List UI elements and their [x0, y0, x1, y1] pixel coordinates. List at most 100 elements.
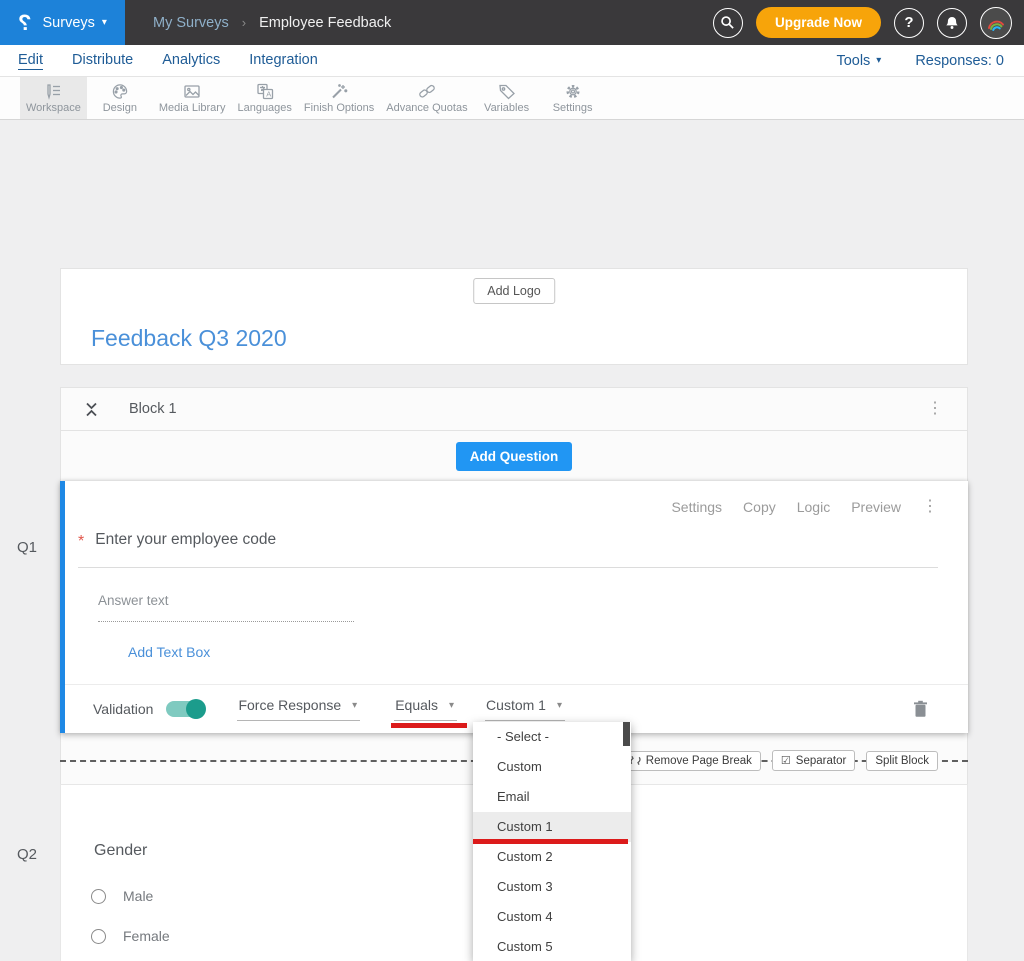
trash-icon: [913, 700, 928, 718]
answer-text-placeholder[interactable]: Answer text: [98, 593, 354, 622]
dropdown-option-custom4[interactable]: Custom 4: [473, 902, 631, 932]
radio-label-male: Male: [123, 888, 153, 904]
question-logic-link[interactable]: Logic: [797, 499, 830, 515]
block-title[interactable]: Block 1: [129, 401, 177, 417]
question-settings-link[interactable]: Settings: [671, 499, 722, 515]
top-bar: ? Surveys ▾ My Surveys › Employee Feedba…: [0, 0, 1024, 45]
question2-text[interactable]: Gender: [94, 842, 147, 860]
notifications-button[interactable]: [937, 8, 967, 38]
toolbar-design-label: Design: [103, 102, 137, 114]
question1-gutter-label: Q1: [17, 539, 37, 556]
toolbar-variables[interactable]: Variables: [474, 77, 540, 119]
translate-icon: A: [256, 83, 274, 100]
dropdown-option-custom5[interactable]: Custom 5: [473, 932, 631, 961]
tools-label: Tools: [836, 53, 870, 69]
split-block-button[interactable]: Split Block: [866, 751, 938, 771]
toolbar-variables-label: Variables: [484, 102, 529, 114]
chevron-down-icon: ▾: [449, 700, 454, 711]
delete-validation-button[interactable]: [913, 700, 928, 718]
breadcrumb-current: Employee Feedback: [259, 15, 391, 31]
question1-kebab-menu-icon[interactable]: ⋮: [922, 499, 938, 515]
dropdown-scrollbar-thumb[interactable]: [623, 722, 630, 746]
chevron-down-icon: ▾: [352, 700, 357, 711]
toolbar-design[interactable]: Design: [87, 77, 153, 119]
question1-text[interactable]: Enter your employee code: [95, 531, 276, 549]
dropdown-option-custom[interactable]: Custom: [473, 752, 631, 782]
question1-card: Settings Copy Logic Preview ⋮ * Enter yo…: [60, 481, 968, 733]
validation-field-select[interactable]: Custom 1 ▾: [485, 697, 565, 721]
toolbar-media-library[interactable]: Media Library: [153, 77, 232, 119]
survey-nav: Edit Distribute Analytics Integration To…: [0, 45, 1024, 77]
search-button[interactable]: [713, 8, 743, 38]
radio-label-female: Female: [123, 928, 170, 944]
broken-link-icon: [630, 755, 641, 766]
add-text-box-link[interactable]: Add Text Box: [128, 644, 210, 660]
gear-icon: [564, 83, 582, 100]
required-asterisk-icon: *: [78, 533, 84, 551]
dropdown-option-email[interactable]: Email: [473, 782, 631, 812]
responses-count: Responses: 0: [915, 53, 1004, 69]
toolbar-settings-label: Settings: [553, 102, 593, 114]
collapse-block-icon[interactable]: [85, 402, 98, 417]
toolbar-advance-quotas[interactable]: Advance Quotas: [380, 77, 473, 119]
breadcrumb: My Surveys › Employee Feedback: [153, 15, 391, 31]
block-kebab-menu-icon[interactable]: ⋮: [927, 401, 943, 417]
remove-page-break-button[interactable]: Remove Page Break: [621, 751, 761, 771]
radio-option-female[interactable]: Female: [91, 928, 170, 944]
user-avatar[interactable]: [980, 7, 1012, 39]
dropdown-option-custom3[interactable]: Custom 3: [473, 872, 631, 902]
chevron-down-icon: ▾: [557, 700, 562, 711]
survey-title[interactable]: Feedback Q3 2020: [91, 325, 287, 352]
toolbar-finish-options-label: Finish Options: [304, 102, 374, 114]
validation-toggle[interactable]: [166, 701, 205, 717]
operator-select[interactable]: Equals ▾: [394, 697, 457, 721]
tab-distribute[interactable]: Distribute: [72, 52, 133, 69]
split-block-label: Split Block: [875, 755, 929, 767]
checkbox-checked-icon: ☑: [781, 754, 791, 767]
search-icon: [720, 15, 735, 30]
radio-option-male[interactable]: Male: [91, 888, 153, 904]
dropdown-option-custom2[interactable]: Custom 2: [473, 842, 631, 872]
toggle-knob: [186, 699, 206, 719]
editor-toolbar: Workspace Design Media Library A Languag…: [0, 77, 1024, 120]
palette-icon: [111, 83, 129, 100]
question1-text-row: * Enter your employee code: [78, 531, 938, 568]
block-header: Block 1 ⋮: [61, 388, 967, 431]
workspace-icon: [44, 83, 62, 100]
question-copy-link[interactable]: Copy: [743, 499, 776, 515]
upgrade-now-button[interactable]: Upgrade Now: [756, 7, 881, 38]
chevron-down-icon: ▾: [876, 55, 881, 66]
question-preview-link[interactable]: Preview: [851, 499, 901, 515]
annotation-underline-equals: [391, 723, 467, 728]
image-icon: [183, 83, 201, 100]
chain-icon: [418, 83, 436, 100]
avatar-rainbow-icon: [986, 14, 1006, 32]
breadcrumb-separator-icon: ›: [242, 15, 246, 30]
page-break-buttons: Remove Page Break ☑ Separator Split Bloc…: [621, 750, 938, 771]
svg-text:A: A: [266, 90, 271, 99]
separator-label: Separator: [796, 755, 847, 767]
separator-button[interactable]: ☑ Separator: [772, 750, 855, 771]
toolbar-finish-options[interactable]: Finish Options: [298, 77, 380, 119]
toolbar-workspace[interactable]: Workspace: [20, 77, 87, 119]
tab-analytics[interactable]: Analytics: [162, 52, 220, 69]
tag-icon: [498, 83, 516, 100]
toolbar-settings[interactable]: Settings: [540, 77, 606, 119]
validation-dropdown-panel: - Select - Custom Email Custom 1 Custom …: [473, 722, 631, 961]
add-question-button[interactable]: Add Question: [456, 442, 573, 471]
dropdown-option-select[interactable]: - Select -: [473, 722, 631, 752]
force-response-select[interactable]: Force Response ▾: [237, 697, 360, 721]
tools-dropdown[interactable]: Tools ▾: [836, 53, 881, 69]
breadcrumb-my-surveys[interactable]: My Surveys: [153, 15, 229, 31]
help-button[interactable]: ?: [894, 8, 924, 38]
brand-menu[interactable]: ? Surveys ▾: [0, 0, 125, 45]
add-logo-button[interactable]: Add Logo: [473, 278, 555, 304]
tab-edit[interactable]: Edit: [18, 52, 43, 70]
validation-label: Validation: [93, 701, 153, 717]
question2-gutter-label: Q2: [17, 846, 37, 863]
radio-icon: [91, 889, 106, 904]
question-mark-icon: ?: [904, 14, 913, 31]
tab-integration[interactable]: Integration: [249, 52, 318, 69]
toolbar-languages[interactable]: A Languages: [231, 77, 297, 119]
dropdown-option-custom1[interactable]: Custom 1: [473, 812, 631, 842]
